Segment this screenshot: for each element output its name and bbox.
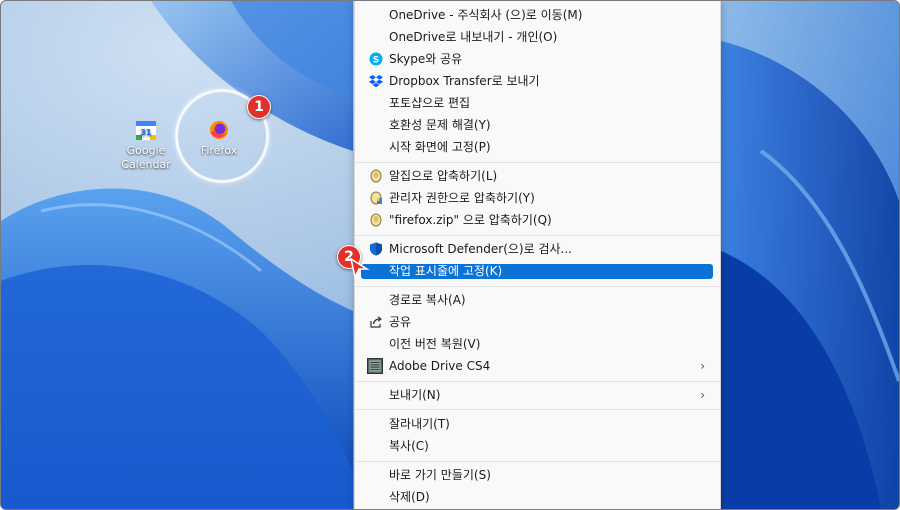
menu-separator bbox=[355, 381, 720, 382]
menu-item-share[interactable]: 공유 bbox=[361, 311, 713, 333]
alzip-icon bbox=[370, 213, 382, 227]
desktop-icon-label: Calendar bbox=[121, 158, 171, 171]
chevron-right-icon: › bbox=[700, 359, 705, 373]
alzip-admin-icon bbox=[370, 191, 382, 205]
menu-item-create-shortcut[interactable]: 바로 가기 만들기(S) bbox=[361, 464, 713, 486]
menu-item-copy[interactable]: 복사(C) bbox=[361, 435, 713, 457]
desktop-icon-label: Firefox bbox=[200, 144, 238, 157]
menu-item-alzip-compress[interactable]: 알집으로 압축하기(L) bbox=[361, 165, 713, 187]
menu-item-cut[interactable]: 잘라내기(T) bbox=[361, 413, 713, 435]
menu-item-skype-share[interactable]: S Skype와 공유 bbox=[361, 48, 713, 70]
pointer-arrow-icon bbox=[349, 257, 370, 279]
dropbox-icon bbox=[369, 75, 383, 88]
menu-item-delete[interactable]: 삭제(D) bbox=[361, 486, 713, 508]
screenshot-frame: 31 Google Calendar Firefox 1 OneDrive - … bbox=[0, 0, 900, 510]
share-icon bbox=[370, 316, 383, 328]
menu-item-onedrive-export[interactable]: OneDrive로 내보내기 - 개인(O) bbox=[361, 26, 713, 48]
menu-item-adobe-drive[interactable]: Adobe Drive CS4 › bbox=[361, 355, 713, 377]
firefox-icon bbox=[208, 119, 230, 141]
menu-item-pin-taskbar[interactable]: 작업 표시줄에 고정(K) bbox=[361, 264, 713, 279]
adobe-drive-icon bbox=[367, 358, 383, 374]
menu-item-defender-scan[interactable]: Microsoft Defender(으)로 검사... bbox=[361, 238, 713, 260]
menu-item-restore-previous[interactable]: 이전 버전 복원(V) bbox=[361, 333, 713, 355]
menu-separator bbox=[355, 235, 720, 236]
svg-text:S: S bbox=[373, 56, 379, 66]
skype-icon: S bbox=[369, 52, 383, 66]
defender-shield-icon bbox=[370, 242, 382, 256]
svg-text:31: 31 bbox=[140, 128, 152, 137]
desktop-icon-google-calendar[interactable]: 31 Google Calendar bbox=[114, 119, 178, 172]
menu-item-copy-path[interactable]: 경로로 복사(A) bbox=[361, 289, 713, 311]
step-badge-1: 1 bbox=[247, 95, 271, 119]
desktop-icon-firefox[interactable]: Firefox bbox=[187, 119, 251, 158]
menu-separator bbox=[355, 162, 720, 163]
menu-separator bbox=[355, 286, 720, 287]
menu-item-zip-firefox[interactable]: "firefox.zip" 으로 압축하기(Q) bbox=[361, 209, 713, 231]
menu-item-alzip-admin[interactable]: 관리자 권한으로 압축하기(Y) bbox=[361, 187, 713, 209]
menu-item-pin-start[interactable]: 시작 화면에 고정(P) bbox=[361, 136, 713, 158]
menu-item-send-to[interactable]: 보내기(N) › bbox=[361, 384, 713, 406]
desktop-icon-label: Google bbox=[126, 144, 166, 157]
menu-item-compat-troubleshoot[interactable]: 호환성 문제 해결(Y) bbox=[361, 114, 713, 136]
calendar-icon: 31 bbox=[135, 119, 157, 141]
menu-item-photoshop-edit[interactable]: 포토샵으로 편집 bbox=[361, 92, 713, 114]
alzip-icon bbox=[370, 169, 382, 183]
menu-item-dropbox-transfer[interactable]: Dropbox Transfer로 보내기 bbox=[361, 70, 713, 92]
context-menu: OneDrive - 주식회사 (으)로 이동(M) OneDrive로 내보내… bbox=[354, 1, 721, 509]
menu-item-onedrive-move[interactable]: OneDrive - 주식회사 (으)로 이동(M) bbox=[361, 4, 713, 26]
menu-separator bbox=[355, 461, 720, 462]
chevron-right-icon: › bbox=[700, 388, 705, 402]
menu-separator bbox=[355, 409, 720, 410]
